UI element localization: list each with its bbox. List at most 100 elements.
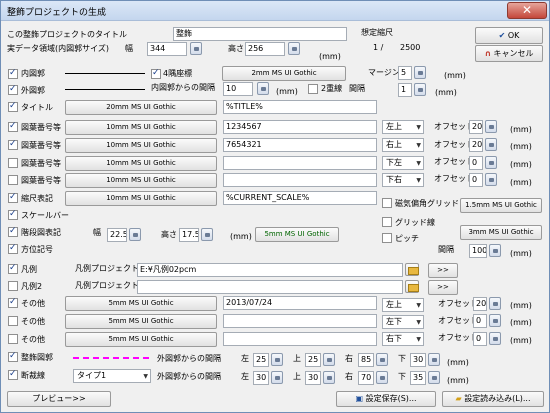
other2-font-button[interactable]: 5mm MS UI Gothic — [65, 314, 217, 329]
sign-width-input[interactable]: 22.5 — [107, 228, 127, 242]
trim-t-input[interactable]: 25 — [305, 353, 321, 367]
sheet3-checkbox[interactable] — [8, 158, 18, 168]
trim-t-spin-icon[interactable] — [323, 353, 335, 366]
other1-checkbox[interactable] — [8, 297, 18, 308]
sheet2-checkbox[interactable] — [8, 139, 18, 150]
other3-checkbox[interactable] — [8, 334, 18, 344]
trim-l-input[interactable]: 25 — [253, 353, 269, 367]
height-spin-icon[interactable] — [288, 42, 300, 55]
trim-frame-checkbox[interactable] — [8, 351, 18, 362]
sheet4-position-select[interactable]: 下右 ▼ — [382, 173, 424, 187]
legend2-checkbox[interactable] — [8, 281, 18, 291]
other2-checkbox[interactable] — [8, 316, 18, 326]
margin-spin-icon[interactable] — [414, 66, 426, 79]
other1-offset-spin-icon[interactable] — [489, 297, 501, 310]
sheet3-offset-input[interactable]: 0 — [469, 156, 483, 170]
legend-project-input[interactable]: E:¥凡例02pcm — [137, 263, 403, 277]
preview-button[interactable]: プレビュー>> — [7, 391, 111, 407]
pitch-font-button[interactable]: 3mm MS UI Gothic — [460, 225, 542, 240]
ok-button[interactable]: ✔ OK — [475, 27, 543, 44]
inner-frame-line-sample[interactable] — [65, 73, 145, 74]
margin-input[interactable]: 5 — [398, 66, 412, 80]
legend2-project-input[interactable] — [137, 280, 403, 294]
close-button[interactable]: ✕ — [507, 2, 547, 19]
outer-frame-line-sample[interactable] — [65, 89, 145, 90]
title-input[interactable]: %TITLE% — [223, 100, 377, 114]
sign-height-input[interactable]: 17.5 — [179, 228, 199, 242]
pitch-spacing-input[interactable]: 100 — [469, 244, 487, 258]
sheet1-position-select[interactable]: 左上 ▼ — [382, 120, 424, 134]
cut-l-input[interactable]: 30 — [253, 371, 269, 385]
sheet2-position-select[interactable]: 右上 ▼ — [382, 138, 424, 152]
sign-checkbox[interactable] — [8, 226, 18, 237]
other2-offset-input[interactable]: 0 — [473, 314, 487, 328]
other3-font-button[interactable]: 5mm MS UI Gothic — [65, 332, 217, 347]
other1-font-button[interactable]: 5mm MS UI Gothic — [65, 296, 217, 311]
trim-b-spin-icon[interactable] — [428, 353, 440, 366]
sheet4-offset-input[interactable]: 0 — [469, 173, 483, 187]
folder-icon[interactable] — [405, 263, 419, 276]
other2-position-select[interactable]: 左下 ▼ — [382, 315, 424, 329]
sheet1-offset-spin-icon[interactable] — [485, 120, 497, 133]
pitch-checkbox[interactable] — [382, 233, 392, 243]
inner-frame-font-button[interactable]: 2mm MS UI Gothic — [222, 66, 346, 81]
sheet4-font-button[interactable]: 10mm MS UI Gothic — [65, 173, 217, 188]
cut-b-spin-icon[interactable] — [428, 371, 440, 384]
cut-t-spin-icon[interactable] — [323, 371, 335, 384]
sign-height-spin-icon[interactable] — [201, 228, 213, 241]
project-title-input[interactable]: 整飾 — [173, 27, 347, 41]
other2-offset-spin-icon[interactable] — [489, 314, 501, 327]
trim-b-input[interactable]: 30 — [410, 353, 426, 367]
other3-offset-input[interactable]: 0 — [473, 332, 487, 346]
width-spin-icon[interactable] — [190, 42, 202, 55]
legend-more-button[interactable]: >> — [428, 263, 458, 278]
title-font-button[interactable]: 20mm MS UI Gothic — [65, 100, 217, 115]
height-input[interactable]: 256 — [245, 42, 285, 56]
cut-l-spin-icon[interactable] — [271, 371, 283, 384]
outer-gap-input[interactable]: 10 — [223, 82, 253, 96]
trim-r-input[interactable]: 85 — [358, 353, 374, 367]
trim-r-spin-icon[interactable] — [376, 353, 388, 366]
folder-icon[interactable] — [405, 280, 419, 293]
scale-text-font-button[interactable]: 10mm MS UI Gothic — [65, 191, 217, 206]
other3-offset-spin-icon[interactable] — [489, 332, 501, 345]
other1-position-select[interactable]: 左上 ▼ — [382, 298, 424, 312]
cut-r-input[interactable]: 70 — [358, 371, 374, 385]
other3-input[interactable] — [223, 332, 377, 346]
north-checkbox[interactable] — [8, 243, 18, 254]
sign-font-button[interactable]: 5mm MS UI Gothic — [255, 227, 339, 242]
sheet1-checkbox[interactable] — [8, 121, 18, 132]
other1-offset-input[interactable]: 20 — [473, 297, 487, 311]
title-checkbox[interactable] — [8, 101, 18, 112]
cancel-button[interactable]: ∩ キャンセル — [475, 45, 543, 62]
other3-position-select[interactable]: 右下 ▼ — [382, 332, 424, 346]
trim-l-spin-icon[interactable] — [271, 353, 283, 366]
sheet2-offset-input[interactable]: 20 — [469, 138, 483, 152]
legend-checkbox[interactable] — [8, 263, 18, 274]
sheet2-font-button[interactable]: 10mm MS UI Gothic — [65, 138, 217, 153]
scalebar-checkbox[interactable] — [8, 209, 18, 220]
cut-b-input[interactable]: 35 — [410, 371, 426, 385]
sheet1-font-button[interactable]: 10mm MS UI Gothic — [65, 120, 217, 135]
sheet1-offset-input[interactable]: 20 — [469, 120, 483, 134]
width-input[interactable]: 344 — [147, 42, 187, 56]
load-settings-button[interactable]: ▰ 設定読み込み(L)... — [442, 391, 544, 407]
legend2-more-button[interactable]: >> — [428, 280, 458, 295]
pitch-spacing-spin-icon[interactable] — [489, 244, 501, 257]
sheet3-offset-spin-icon[interactable] — [485, 156, 497, 169]
corner-ticks-checkbox[interactable] — [151, 68, 161, 79]
sheet4-offset-spin-icon[interactable] — [485, 173, 497, 186]
other2-input[interactable] — [223, 314, 377, 328]
sheet3-input[interactable] — [223, 156, 377, 170]
outer-gap-spin-icon[interactable] — [257, 82, 269, 95]
sheet3-font-button[interactable]: 10mm MS UI Gothic — [65, 156, 217, 171]
sheet3-position-select[interactable]: 下左 ▼ — [382, 156, 424, 170]
cut-line-checkbox[interactable] — [8, 369, 18, 380]
other1-input[interactable]: 2013/07/24 — [223, 296, 377, 310]
magnetic-grid-checkbox[interactable] — [382, 198, 392, 208]
sheet2-input[interactable]: 7654321 — [223, 138, 377, 152]
double-interval-spin-icon[interactable] — [414, 83, 426, 96]
outer-frame-checkbox[interactable] — [8, 84, 18, 95]
save-settings-button[interactable]: ▣ 設定保存(S)... — [336, 391, 436, 407]
inner-frame-checkbox[interactable] — [8, 68, 18, 79]
